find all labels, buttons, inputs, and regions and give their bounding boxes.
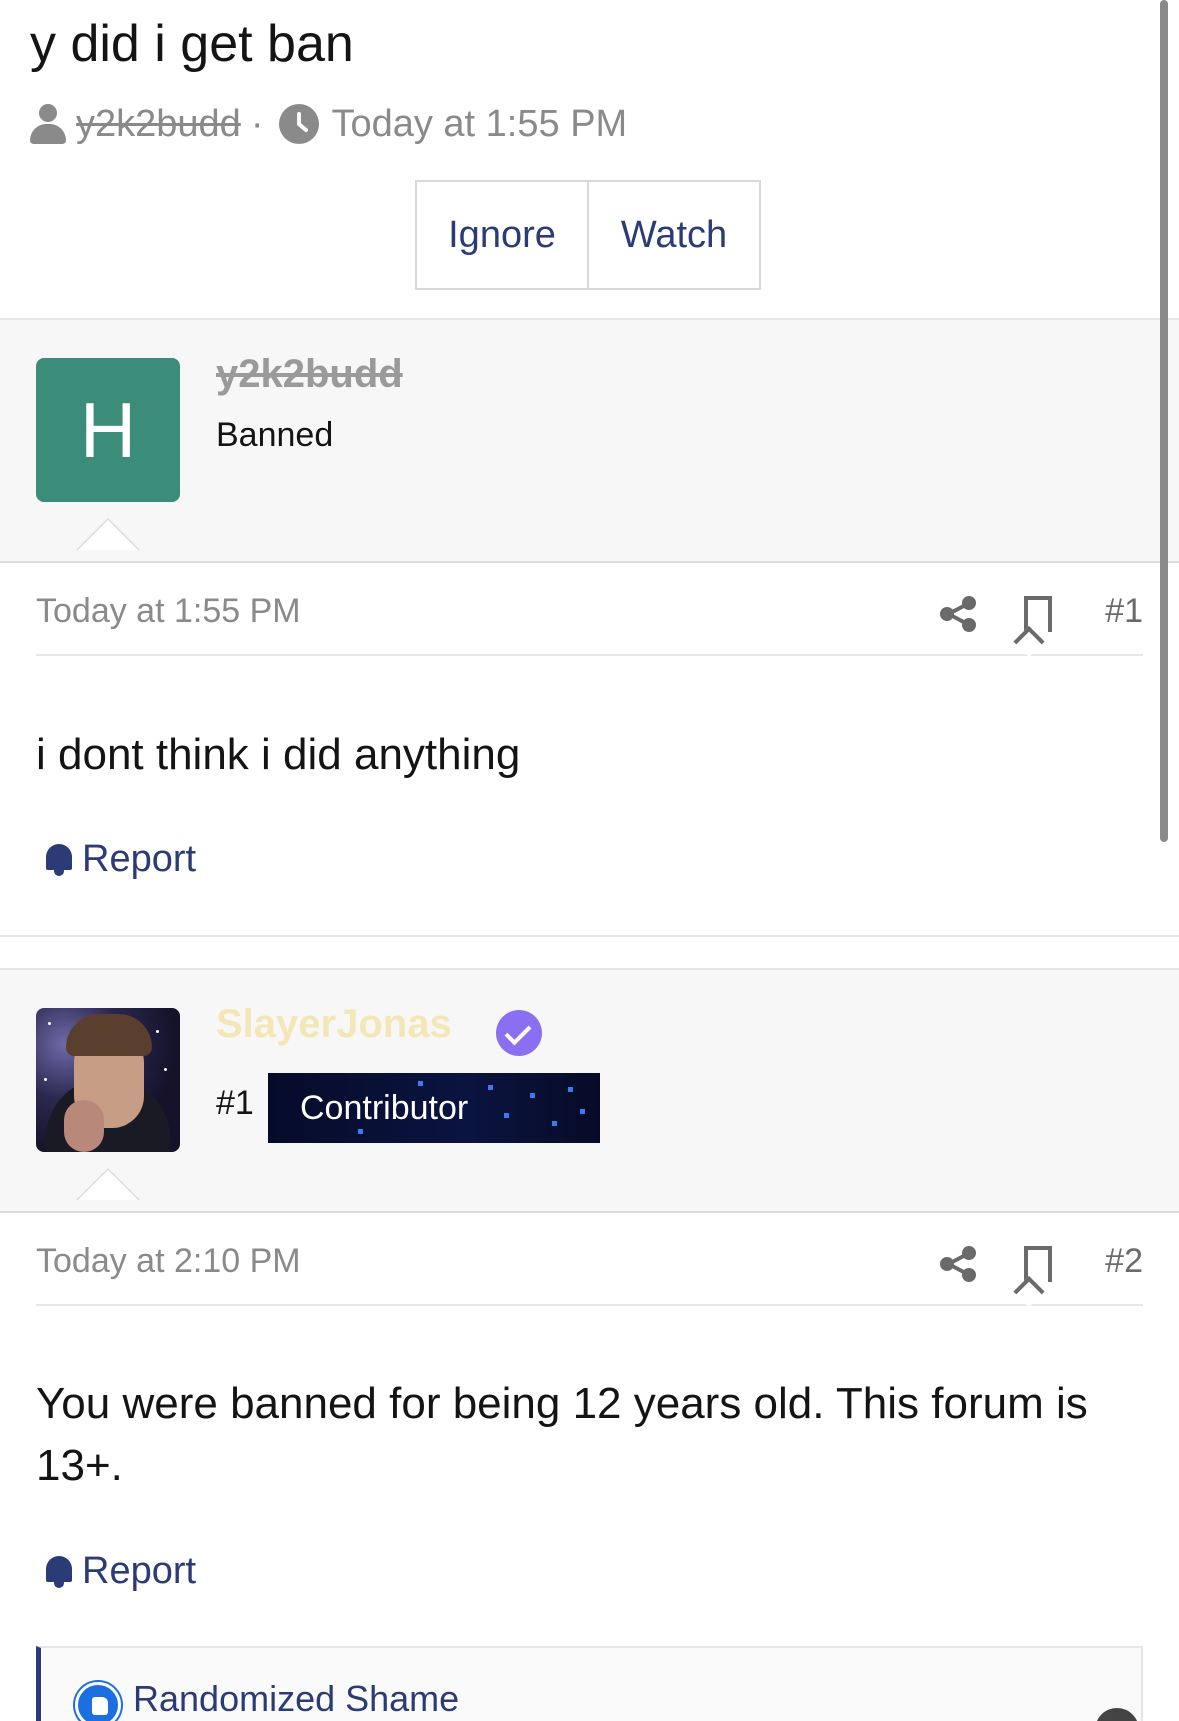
ignore-button[interactable]: Ignore [417, 182, 589, 288]
like-icon [75, 1682, 121, 1721]
post-number[interactable]: #1 [1105, 592, 1143, 631]
avatar[interactable] [36, 1008, 180, 1152]
more-icon[interactable] [1095, 1708, 1139, 1721]
post-1-header: Today at 1:55 PM #1 [36, 592, 1143, 656]
user-rank: #1 [216, 1084, 254, 1122]
username[interactable]: SlayerJonas [216, 1002, 452, 1047]
reactions-bar[interactable]: Randomized Shame [36, 1646, 1143, 1721]
reaction-label[interactable]: Randomized Shame [133, 1678, 459, 1720]
bell-icon [44, 842, 74, 878]
thread-title: y did i get ban [30, 15, 354, 73]
avatar[interactable]: H [36, 358, 180, 502]
thread-actions: Ignore Watch [415, 180, 761, 290]
thread-meta: y2k2budd · Today at 1:55 PM [30, 100, 627, 148]
report-button[interactable]: Report [44, 1550, 196, 1593]
report-label: Report [82, 838, 197, 880]
user-title: Banned [216, 416, 334, 454]
verified-icon [496, 1010, 542, 1056]
banner-label: Contributor [300, 1088, 469, 1127]
user-block-arrow [76, 518, 140, 550]
report-label: Report [82, 1550, 197, 1592]
clock-icon [279, 104, 320, 144]
post-2-header: Today at 2:10 PM #2 [36, 1242, 1143, 1306]
user-icon [30, 104, 66, 144]
thread-header: y did i get ban y2k2budd · Today at 1:55… [0, 0, 1179, 318]
thread-time[interactable]: Today at 1:55 PM [331, 103, 627, 146]
report-button[interactable]: Report [44, 838, 196, 881]
post-time[interactable]: Today at 2:10 PM [36, 1242, 301, 1281]
user-block-arrow [76, 1168, 140, 1200]
post-number[interactable]: #2 [1105, 1242, 1143, 1281]
post-1-user-block: H y2k2budd Banned [0, 318, 1179, 563]
share-icon[interactable] [940, 1246, 976, 1282]
bell-icon [44, 1554, 74, 1590]
post-divider [0, 935, 1179, 968]
post-time[interactable]: Today at 1:55 PM [36, 592, 301, 631]
share-icon[interactable] [940, 596, 976, 632]
meta-separator: · [250, 102, 264, 145]
post-2-user-block: SlayerJonas #1 Contributor [0, 968, 1179, 1213]
username[interactable]: y2k2budd [216, 352, 403, 397]
contributor-banner: Contributor [268, 1073, 600, 1143]
post-body: i dont think i did anything [36, 730, 521, 779]
watch-button[interactable]: Watch [589, 182, 759, 288]
post-body: You were banned for being 12 years old. … [36, 1379, 1088, 1490]
bookmark-icon[interactable] [1024, 1246, 1052, 1282]
thread-author-link[interactable]: y2k2budd [76, 103, 241, 146]
bookmark-icon[interactable] [1024, 596, 1052, 632]
scrollbar[interactable] [1160, 0, 1168, 842]
